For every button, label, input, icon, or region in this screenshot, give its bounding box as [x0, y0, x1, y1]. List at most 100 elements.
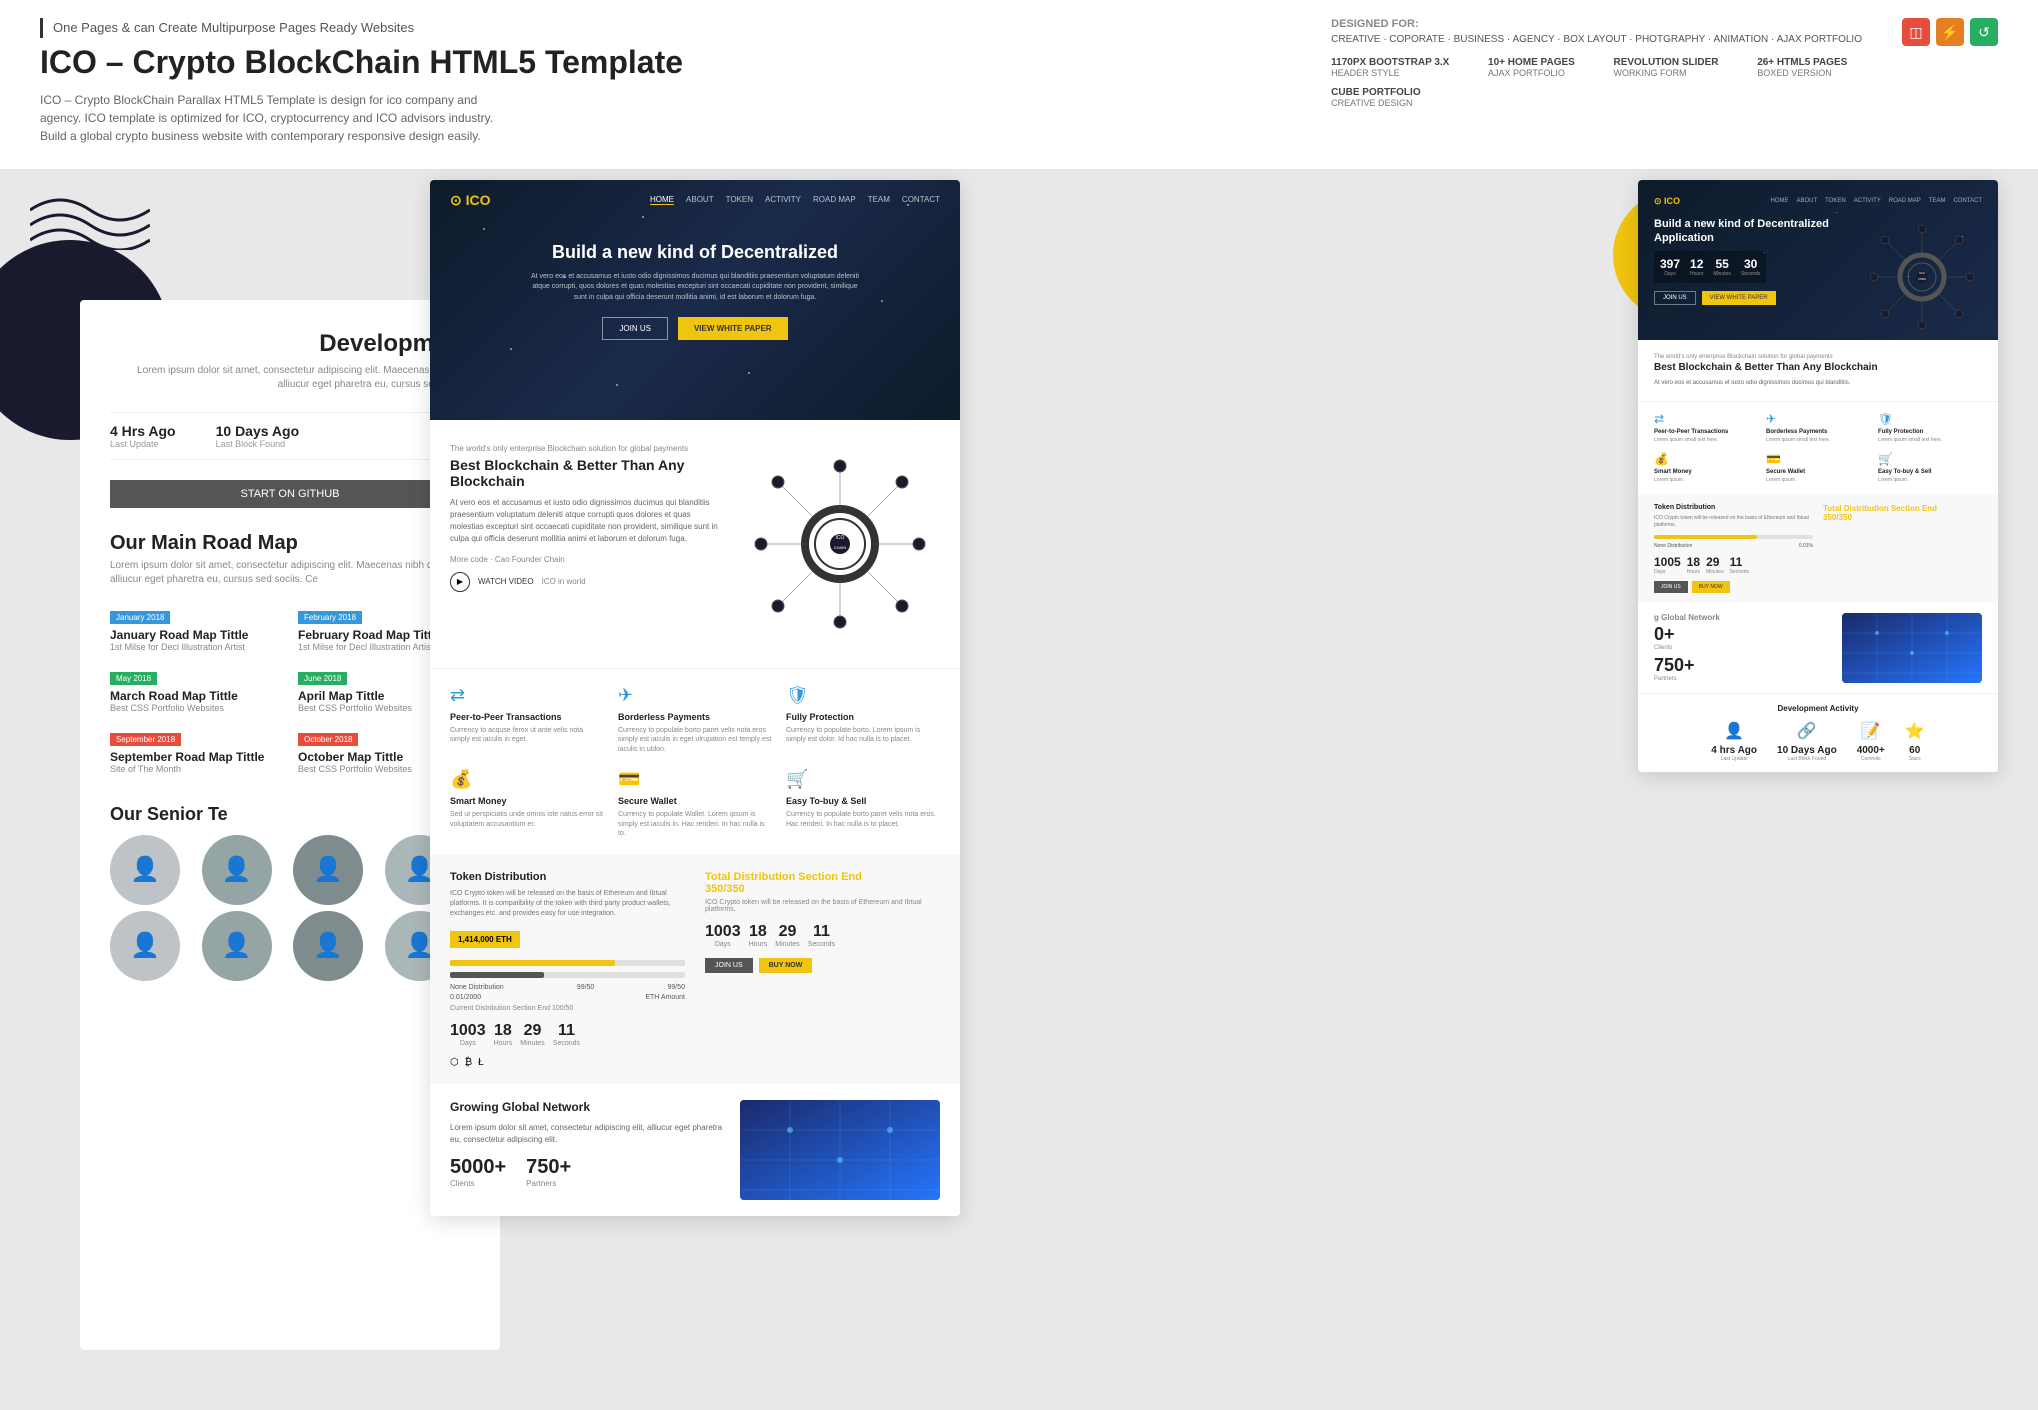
nav-link-team[interactable]: TEAM	[868, 195, 890, 205]
right-p2p-icon: ⇄	[1654, 412, 1758, 426]
right-protection-desc: Lorem ipsum small text here.	[1878, 437, 1982, 444]
right-token-section: Token Distribution ICO Crypto token will…	[1638, 494, 1998, 603]
right-wallet-desc: Lorem ipsum.	[1766, 477, 1870, 484]
blockchain-desc: At vero eos et accusamus et iusto odio d…	[450, 497, 720, 545]
blockchain-links: More code · Cao Founder Chain	[450, 555, 720, 564]
right-token-join[interactable]: JOIN US	[1654, 581, 1688, 593]
watch-video[interactable]: ▶ WATCH VIDEO ICO in world	[450, 572, 720, 592]
right-money-title: Smart Money	[1654, 469, 1758, 475]
roadmap-date-february: February 2018	[298, 611, 362, 624]
right-token-buy[interactable]: BUY NOW	[1692, 581, 1730, 593]
play-icon: ▶	[450, 572, 470, 592]
page-description: ICO – Crypto BlockChain Parallax HTML5 T…	[40, 91, 520, 145]
star-8	[748, 372, 750, 374]
badge-red-icon: ◫	[1902, 18, 1930, 46]
buy-icon: 🛒	[786, 769, 940, 790]
buy-button[interactable]: BUY NOW	[759, 958, 813, 973]
right-global-image	[1842, 613, 1982, 683]
right-star-1	[1692, 220, 1693, 221]
team-title: Our Senior Te	[110, 804, 470, 825]
main-area: Development Lorem ipsum dolor sit amet, …	[0, 170, 2038, 1410]
right-global-stat-1: 0+	[1654, 624, 1832, 645]
right-money-desc: Lorem ipsum.	[1654, 477, 1758, 484]
right-progress-fill-1	[1654, 535, 1757, 539]
right-global-stat-lbl-2: Partners	[1654, 676, 1832, 682]
feature-item-1: 1170PX BOOTSTRAP 3.X HEADER STYLE	[1331, 57, 1464, 79]
join-us-button[interactable]: JOIN US	[602, 317, 668, 340]
total-cd-days: 1003 Days	[705, 923, 741, 948]
nav-link-home[interactable]: HOME	[650, 195, 674, 205]
whitepaper-button[interactable]: VIEW WHITE PAPER	[678, 317, 788, 340]
nav-link-token[interactable]: TOKEN	[726, 195, 753, 205]
network-text: The world's only enterprise Blockchain s…	[450, 444, 720, 592]
protection-desc: Currency to populate borto. Lorem ipsum …	[786, 726, 940, 746]
buy-title: Easy To-buy & Sell	[786, 796, 940, 806]
money-title: Smart Money	[450, 796, 604, 806]
right-dev-stats: 👤 4 hrs Ago Last Update 🔗 10 Days Ago La…	[1654, 721, 1982, 762]
center-preview: ⊙ ICO HOME ABOUT TOKEN ACTIVITY ROAD MAP…	[430, 180, 960, 1216]
designed-label: DESIGNED FOR:	[1331, 18, 1862, 30]
progress-bar-2	[450, 972, 685, 978]
feature-grid: 1170PX BOOTSTRAP 3.X HEADER STYLE 10+ HO…	[1331, 57, 1862, 109]
right-global-section: g Global Network 0+ Clients 750+ Partner…	[1638, 603, 1998, 693]
global-image	[740, 1100, 940, 1200]
right-buy-title: Easy To-buy & Sell	[1878, 469, 1982, 475]
right-token-cd-days: 1005 Days	[1654, 555, 1681, 575]
right-dev-stat-1: 👤 4 hrs Ago Last Update	[1711, 721, 1757, 762]
right-star-5	[1962, 236, 1963, 237]
right-protection-title: Fully Protection	[1878, 429, 1982, 435]
right-progress-1	[1654, 535, 1813, 539]
section-intro: The world's only enterprise Blockchain s…	[450, 444, 720, 453]
wallet-desc: Currency to populate Wallet. Lorem ipsum…	[618, 810, 772, 839]
nav-link-roadmap[interactable]: ROAD MAP	[813, 195, 856, 205]
buy-desc: Currency to populate borto paret velis n…	[786, 810, 940, 830]
roadmap-date-september: September 2018	[110, 733, 181, 746]
right-features: ⇄ Peer-to-Peer Transactions Lorem ipsum …	[1638, 401, 1998, 494]
center-hero: ⊙ ICO HOME ABOUT TOKEN ACTIVITY ROAD MAP…	[430, 180, 960, 420]
nav-link-activity[interactable]: ACTIVITY	[765, 195, 801, 205]
right-dev-stat-4: ⭐ 60 Stars	[1905, 721, 1925, 762]
team-photo-5: 👤	[110, 911, 180, 981]
right-token-desc: ICO Crypto token will be released on the…	[1654, 515, 1813, 529]
money-desc: Sed ut perspiciatis unde omnis iste natu…	[450, 810, 604, 830]
total-desc: ICO Crypto token will be released on the…	[705, 899, 940, 913]
cd-seconds: 11 Seconds	[553, 1022, 580, 1047]
blockchain-title: Best Blockchain & Better Than Any Blockc…	[450, 457, 720, 489]
github-button[interactable]: START ON GITHUB	[110, 480, 470, 508]
right-token-countdown: 1005 Days 18 Hours 29 Minutes 11 Seconds	[1654, 555, 1813, 575]
right-star-3	[1836, 212, 1837, 213]
network-area: The world's only enterprise Blockchain s…	[450, 444, 940, 644]
nav-link-contact[interactable]: CONTACT	[902, 195, 940, 205]
total-amount: 350/350	[705, 883, 745, 895]
badge-orange-icon: ⚡	[1936, 18, 1964, 46]
total-countdown: 1003 Days 18 Hours 29 Minutes 11	[705, 923, 940, 948]
borderless-desc: Currency to populate borto paret velis n…	[618, 726, 772, 755]
right-dev-icon-2: 🔗	[1777, 721, 1837, 741]
feature-card-protection: 🛡 Fully Protection Currency to populate …	[786, 685, 940, 755]
hero-subtitle: At vero eos et accusamus et iusto odio d…	[525, 272, 865, 304]
right-token-cd-minutes: 29 Minutes	[1706, 555, 1724, 575]
nav-link-about[interactable]: ABOUT	[686, 195, 714, 205]
borderless-title: Borderless Payments	[618, 712, 772, 722]
network-diagram: ICO CHAIN	[740, 444, 940, 644]
p2p-desc: Currency to acquse ferox ut ante velis n…	[450, 726, 604, 746]
countdown-row: 1003 Days 18 Hours 29 Minutes 11	[450, 1022, 685, 1047]
right-token-title: Token Distribution	[1654, 504, 1813, 511]
watch-sub: ICO in world	[542, 577, 586, 586]
tag-row: CREATIVE · COPORATE · BUSINESS · AGENCY …	[1331, 34, 1862, 45]
right-p2p-desc: Lorem ipsum small text here.	[1654, 437, 1758, 444]
right-dev-icon-4: ⭐	[1905, 721, 1925, 741]
dev-stats: 4 Hrs Ago Last Update 10 Days Ago Last B…	[110, 412, 470, 460]
global-stats: 5000+ Clients 750+ Partners	[450, 1156, 724, 1188]
current-dist: Current Distribution Section End 100/50	[450, 1005, 685, 1012]
right-feature-wallet: 💳 Secure Wallet Lorem ipsum.	[1766, 452, 1870, 484]
right-blockchain: The world's only enterprise Blockchain s…	[1638, 340, 1998, 401]
token-right: Total Distribution Section End 350/350 I…	[705, 871, 940, 1067]
right-p2p-title: Peer-to-Peer Transactions	[1654, 429, 1758, 435]
right-buy-buttons: JOIN US BUY NOW	[1654, 581, 1813, 593]
nav-links: HOME ABOUT TOKEN ACTIVITY ROAD MAP TEAM …	[650, 195, 940, 205]
center-nav: ⊙ ICO HOME ABOUT TOKEN ACTIVITY ROAD MAP…	[430, 180, 960, 221]
right-dev-icon-1: 👤	[1711, 721, 1757, 741]
right-global-stat-2: 750+	[1654, 655, 1832, 676]
join-button[interactable]: JOIN US	[705, 958, 753, 973]
